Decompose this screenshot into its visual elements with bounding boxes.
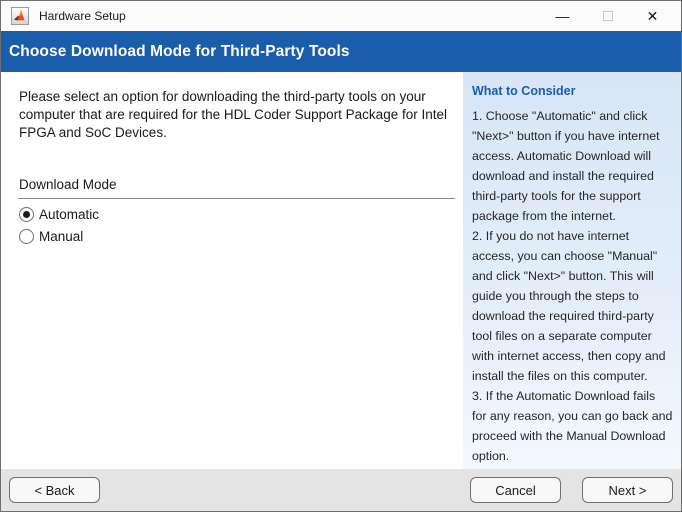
hardware-setup-window: Hardware Setup — ✕ Choose Download Mode … bbox=[0, 0, 682, 512]
window-title: Hardware Setup bbox=[39, 9, 540, 23]
minimize-icon[interactable]: — bbox=[540, 1, 585, 31]
sidebar-paragraph-2: 2. If you do not have internet access, y… bbox=[472, 226, 673, 386]
footer-bar: < Back Cancel Next > bbox=[1, 469, 681, 511]
maximize-icon bbox=[585, 1, 630, 31]
download-mode-label: Download Mode bbox=[19, 177, 453, 192]
cancel-button[interactable]: Cancel bbox=[470, 477, 561, 503]
close-icon[interactable]: ✕ bbox=[630, 1, 675, 31]
section-divider bbox=[18, 198, 455, 199]
radio-option-manual[interactable]: Manual bbox=[19, 229, 453, 244]
matlab-logo-icon bbox=[11, 7, 29, 25]
page-title: Choose Download Mode for Third-Party Too… bbox=[9, 43, 350, 61]
next-button[interactable]: Next > bbox=[582, 477, 673, 503]
radio-option-automatic[interactable]: Automatic bbox=[19, 207, 453, 222]
intro-text: Please select an option for downloading … bbox=[19, 88, 453, 142]
wizard-step-header: Choose Download Mode for Third-Party Too… bbox=[1, 31, 681, 72]
radio-selected-icon[interactable] bbox=[19, 207, 34, 222]
title-bar: Hardware Setup — ✕ bbox=[1, 1, 681, 31]
radio-unselected-icon[interactable] bbox=[19, 229, 34, 244]
sidebar-heading: What to Consider bbox=[472, 84, 673, 98]
main-panel: Please select an option for downloading … bbox=[1, 72, 463, 469]
content-area: Please select an option for downloading … bbox=[1, 72, 681, 469]
what-to-consider-panel: What to Consider 1. Choose "Automatic" a… bbox=[463, 72, 681, 469]
back-button[interactable]: < Back bbox=[9, 477, 100, 503]
sidebar-paragraph-1: 1. Choose "Automatic" and click "Next>" … bbox=[472, 106, 673, 226]
radio-label-manual[interactable]: Manual bbox=[39, 229, 83, 244]
radio-label-automatic[interactable]: Automatic bbox=[39, 207, 99, 222]
sidebar-paragraph-3: 3. If the Automatic Download fails for a… bbox=[472, 386, 673, 466]
